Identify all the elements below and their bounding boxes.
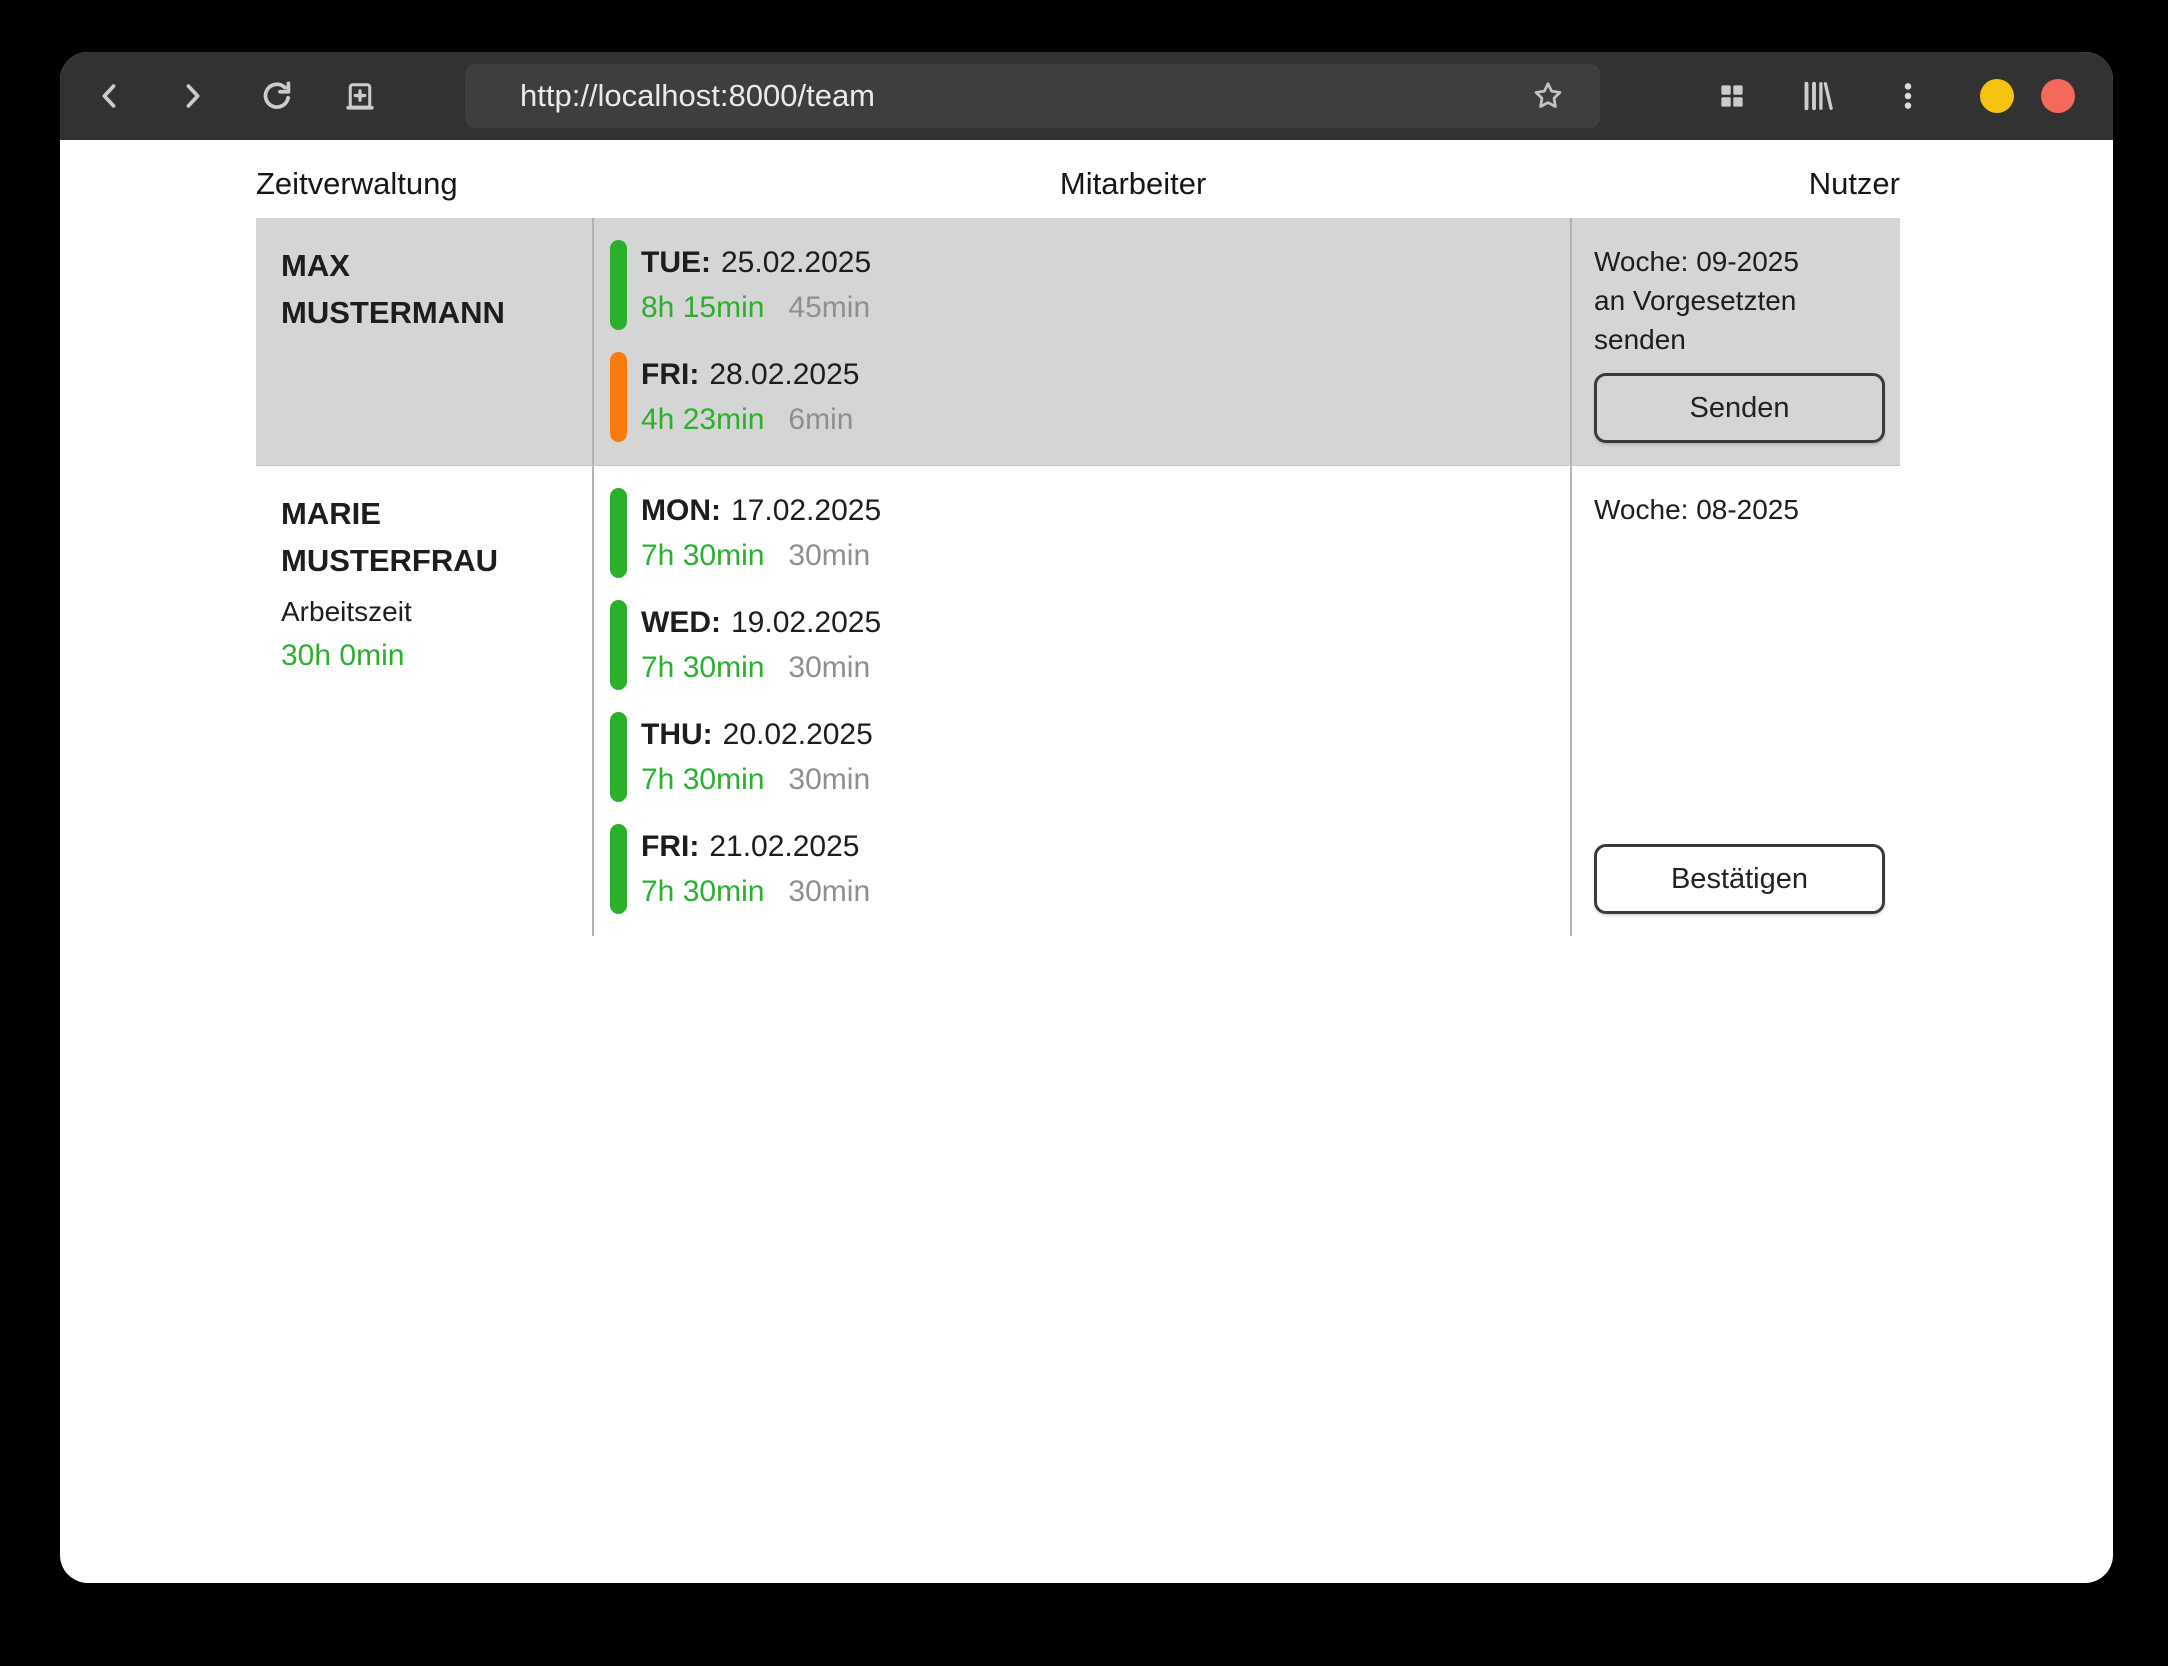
entry-break-time: 30min <box>788 763 870 796</box>
back-button[interactable] <box>90 76 130 116</box>
entry-time-line: 8h 15min 45min <box>641 285 871 330</box>
bookmark-star-icon[interactable] <box>1530 78 1566 114</box>
employee-name: MARIE <box>281 490 572 537</box>
entry-break-time: 30min <box>788 875 870 908</box>
entry-work-time: 7h 30min <box>641 875 764 908</box>
entry-time-line: 7h 30min 30min <box>641 757 873 802</box>
entry-day: MON: <box>641 494 721 527</box>
entry-date-line: MON: 17.02.2025 <box>641 488 881 533</box>
entry-break-time: 6min <box>788 403 853 436</box>
employee-table: MAX MUSTERMANN TUE: 25.02.2025 8h 15min 45… <box>256 218 1900 936</box>
entry-time-line: 7h 30min 30min <box>641 533 881 578</box>
entry-day: WED: <box>641 606 721 639</box>
menu-button[interactable] <box>1888 76 1928 116</box>
browser-toolbar: http://localhost:8000/team <box>60 52 2113 140</box>
employee-name: MUSTERFRAU <box>281 537 572 584</box>
entry-date-line: FRI: 28.02.2025 <box>641 352 859 397</box>
entry-day: FRI: <box>641 830 699 863</box>
reload-button[interactable] <box>257 76 297 116</box>
entry-date: 25.02.2025 <box>721 246 871 279</box>
employee-name: MAX <box>281 242 572 289</box>
status-bar <box>610 240 627 330</box>
worktime-total: 30h 0min <box>281 634 572 678</box>
status-bar <box>610 488 627 578</box>
entry-date-line: WED: 19.02.2025 <box>641 600 881 645</box>
week-label: Woche: 09-2025 <box>1594 242 1885 281</box>
status-bar <box>610 352 627 442</box>
entry-time-line: 4h 23min 6min <box>641 397 859 442</box>
time-entry: MON: 17.02.2025 7h 30min 30min <box>610 488 1550 578</box>
senden-button[interactable]: Senden <box>1594 373 1885 443</box>
entry-date: 17.02.2025 <box>731 494 881 527</box>
entry-work-time: 7h 30min <box>641 651 764 684</box>
entry-work-time: 8h 15min <box>641 291 764 324</box>
entry-day: FRI: <box>641 358 699 391</box>
entry-date: 20.02.2025 <box>723 718 873 751</box>
employee-name-cell: MAX MUSTERMANN <box>256 218 592 465</box>
entry-date: 19.02.2025 <box>731 606 881 639</box>
reload-icon <box>259 78 295 114</box>
nav-item-nutzer[interactable]: Nutzer <box>1809 166 1900 202</box>
browser-window: http://localhost:8000/team <box>60 52 2113 1583</box>
pages-overview-button[interactable] <box>1712 76 1752 116</box>
close-window-button[interactable] <box>2041 79 2075 113</box>
entry-work-time: 7h 30min <box>641 763 764 796</box>
worktime-label: Arbeitszeit <box>281 590 572 634</box>
page-content: Zeitverwaltung Mitarbeiter Nutzer MAX MU… <box>60 140 2113 936</box>
employee-name: MUSTERMANN <box>281 289 572 336</box>
entry-break-time: 30min <box>788 539 870 572</box>
week-actions-cell: Woche: 09-2025 an Vorgesetzten senden Se… <box>1570 218 1900 465</box>
time-entry: TUE: 25.02.2025 8h 15min 45min <box>610 240 1550 330</box>
status-bar <box>610 600 627 690</box>
entry-day: THU: <box>641 718 713 751</box>
entry-time-line: 7h 30min 30min <box>641 645 881 690</box>
url-text: http://localhost:8000/team <box>465 78 875 114</box>
entry-time-line: 7h 30min 30min <box>641 869 870 914</box>
entry-break-time: 45min <box>788 291 870 324</box>
status-bar <box>610 712 627 802</box>
new-tab-button[interactable] <box>340 76 380 116</box>
entry-date-line: FRI: 21.02.2025 <box>641 824 870 869</box>
entry-date-line: THU: 20.02.2025 <box>641 712 873 757</box>
status-bar <box>610 824 627 914</box>
time-entries-cell: MON: 17.02.2025 7h 30min 30min WED: 19.02.2… <box>592 466 1570 936</box>
table-row-marie-musterfrau: MARIE MUSTERFRAU Arbeitszeit 30h 0min MO… <box>256 466 1900 936</box>
employee-name-cell: MARIE MUSTERFRAU Arbeitszeit 30h 0min <box>256 466 592 936</box>
forward-icon <box>175 79 209 113</box>
entry-day: TUE: <box>641 246 711 279</box>
time-entries-cell: TUE: 25.02.2025 8h 15min 45min FRI: 28.02.2… <box>592 218 1570 465</box>
time-entry: THU: 20.02.2025 7h 30min 30min <box>610 712 1550 802</box>
entry-date: 21.02.2025 <box>709 830 859 863</box>
time-entry: FRI: 28.02.2025 4h 23min 6min <box>610 352 1550 442</box>
week-label: an Vorgesetzten <box>1594 281 1885 320</box>
kebab-menu-icon <box>1891 79 1925 113</box>
nav-item-mitarbeiter[interactable]: Mitarbeiter <box>1060 166 1206 202</box>
week-label: Woche: 08-2025 <box>1594 490 1885 529</box>
week-label: senden <box>1594 320 1885 359</box>
entry-date-line: TUE: 25.02.2025 <box>641 240 871 285</box>
app-title: Zeitverwaltung <box>256 166 458 202</box>
entry-work-time: 4h 23min <box>641 403 764 436</box>
entry-work-time: 7h 30min <box>641 539 764 572</box>
pages-grid-icon <box>1715 79 1749 113</box>
library-button[interactable] <box>1797 76 1837 116</box>
week-actions-cell: Woche: 08-2025 Bestätigen <box>1570 466 1900 936</box>
forward-button[interactable] <box>172 76 212 116</box>
url-bar[interactable]: http://localhost:8000/team <box>465 64 1600 128</box>
library-books-icon <box>1799 78 1835 114</box>
app-header: Zeitverwaltung Mitarbeiter Nutzer <box>256 166 1900 202</box>
table-row-max-mustermann: MAX MUSTERMANN TUE: 25.02.2025 8h 15min 45… <box>256 218 1900 466</box>
entry-date: 28.02.2025 <box>709 358 859 391</box>
entry-break-time: 30min <box>788 651 870 684</box>
time-entry: FRI: 21.02.2025 7h 30min 30min <box>610 824 1550 914</box>
bestaetigen-button[interactable]: Bestätigen <box>1594 844 1885 914</box>
minimize-window-button[interactable] <box>1980 79 2014 113</box>
back-icon <box>93 79 127 113</box>
new-tab-icon <box>342 78 378 114</box>
time-entry: WED: 19.02.2025 7h 30min 30min <box>610 600 1550 690</box>
